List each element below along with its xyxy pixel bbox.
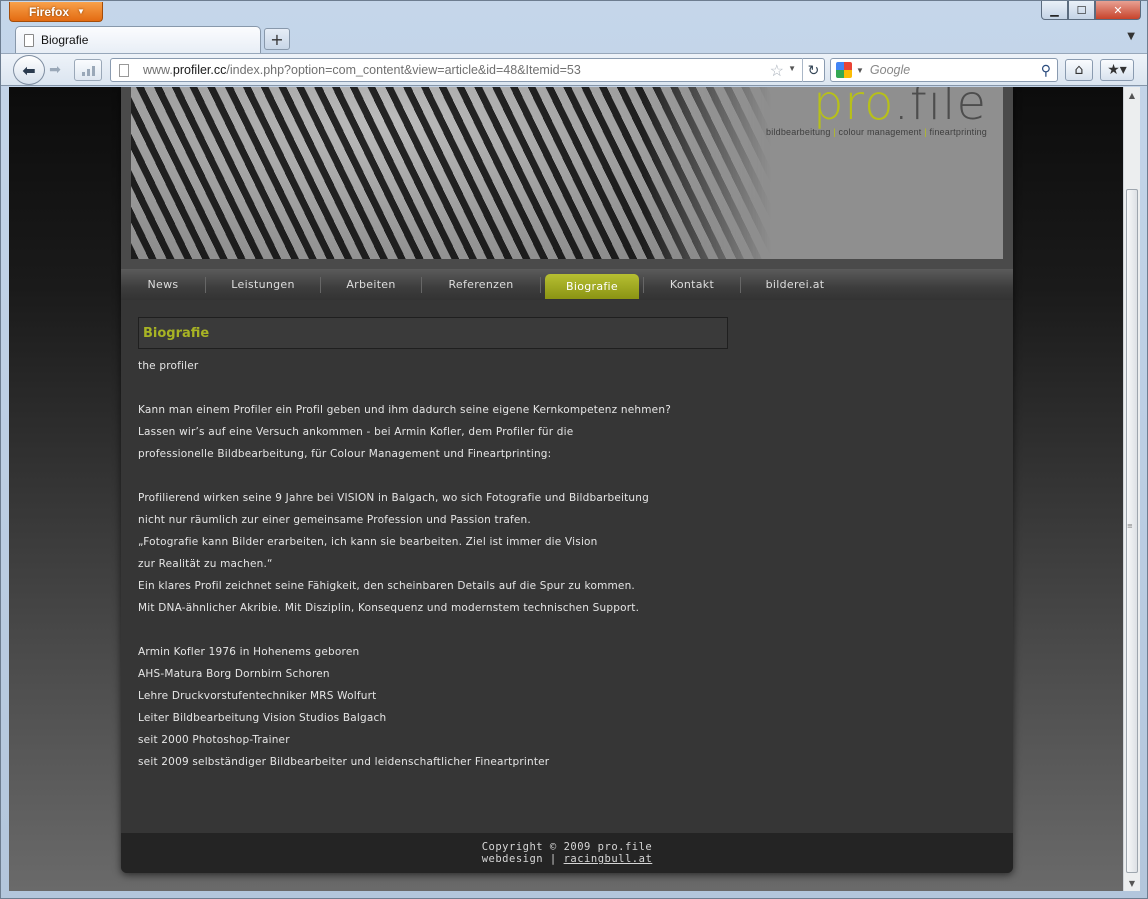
tagline-item: colour management bbox=[838, 127, 922, 137]
fingerprint-image bbox=[131, 87, 771, 259]
tagline-separator: | bbox=[833, 127, 836, 137]
site-container: pro.file bildbearbeitung | colour manage… bbox=[121, 87, 1013, 873]
menu-item-referenzen[interactable]: Referenzen bbox=[422, 273, 540, 297]
url-host: profiler.cc bbox=[172, 63, 227, 77]
search-input[interactable]: Google bbox=[870, 63, 1041, 77]
article-line: Profilierend wirken seine 9 Jahre bei VI… bbox=[138, 492, 650, 504]
url-path: /index.php?option=com_content&view=artic… bbox=[226, 63, 581, 77]
article-line: Mit DNA-ähnlicher Akribie. Mit Disziplin… bbox=[138, 602, 640, 614]
menu-item-news[interactable]: News bbox=[121, 273, 205, 297]
search-bar[interactable]: ▼ Google ⚲ bbox=[830, 58, 1058, 82]
firefox-menu-button[interactable]: Firefox ▼ bbox=[9, 2, 103, 22]
forward-button[interactable]: ➡ bbox=[43, 60, 67, 80]
back-button[interactable]: ⬅ bbox=[13, 55, 45, 85]
browser-window: Firefox ▼ ▁ ☐ ✕ Biografie + ▼ ⬅ ➡ www.p bbox=[0, 0, 1148, 899]
bookmarks-icon: ★▾ bbox=[1107, 62, 1127, 78]
article-line: Armin Kofler 1976 in Hohenems geboren bbox=[138, 646, 360, 658]
article-line: the profiler bbox=[138, 360, 199, 372]
arrow-right-icon: ➡ bbox=[49, 62, 61, 78]
menu-item-bilderei[interactable]: bilderei.at bbox=[741, 273, 849, 297]
url-prefix: www. bbox=[143, 63, 173, 77]
chevron-down-icon[interactable]: ▼ bbox=[788, 64, 796, 73]
menu-item-arbeiten[interactable]: Arbeiten bbox=[321, 273, 421, 297]
article-line: Kann man einem Profiler ein Profil geben… bbox=[138, 404, 671, 416]
article-line: Lehre Druckvorstufentechniker MRS Wolfur… bbox=[138, 690, 377, 702]
bar-icon bbox=[91, 66, 95, 76]
minimize-button[interactable]: ▁ bbox=[1041, 1, 1068, 20]
article-line: Ein klares Profil zeichnet seine Fähigke… bbox=[138, 580, 635, 592]
article-line: zur Realität zu machen.“ bbox=[138, 558, 273, 570]
article-line: „Fotografie kann Bilder erarbeiten, ich … bbox=[138, 536, 598, 548]
article-line: Leiter Bildbearbeitung Vision Studios Ba… bbox=[138, 712, 387, 724]
new-tab-button[interactable]: + bbox=[264, 28, 290, 50]
logo-pro: pr bbox=[812, 87, 865, 131]
history-button[interactable] bbox=[74, 59, 102, 81]
page-icon bbox=[119, 63, 129, 77]
close-button[interactable]: ✕ bbox=[1095, 1, 1141, 20]
google-icon bbox=[836, 62, 852, 78]
site-logo[interactable]: pro.file bildbearbeitung | colour manage… bbox=[766, 87, 987, 137]
chevron-down-icon[interactable]: ▼ bbox=[856, 66, 864, 75]
scroll-up-arrow[interactable]: ▲ bbox=[1124, 87, 1140, 103]
article-body: the profiler Kann man einem Profiler ein … bbox=[138, 355, 858, 773]
scroll-down-arrow[interactable]: ▼ bbox=[1124, 875, 1140, 891]
menu-item-kontakt[interactable]: Kontakt bbox=[644, 273, 740, 297]
tab-bar: Biografie + ▼ bbox=[1, 23, 1147, 53]
article-line: seit 2000 Photoshop-Trainer bbox=[138, 734, 290, 746]
article-line: AHS-Matura Borg Dornbirn Schoren bbox=[138, 668, 330, 680]
search-icon[interactable]: ⚲ bbox=[1041, 62, 1051, 79]
menu-item-leistungen[interactable]: Leistungen bbox=[206, 273, 320, 297]
bookmark-star-icon[interactable]: ☆ bbox=[770, 61, 784, 81]
bar-icon bbox=[81, 72, 85, 76]
logo-file: .file bbox=[893, 87, 987, 131]
maximize-button[interactable]: ☐ bbox=[1068, 1, 1095, 20]
menu-separator bbox=[540, 276, 541, 293]
menu-item-biografie[interactable]: Biografie bbox=[545, 274, 639, 299]
article-line: professionelle Bildbearbeitung, für Colo… bbox=[138, 448, 552, 460]
tagline-item: bildbearbeitung bbox=[766, 127, 831, 137]
copyright-text: Copyright © 2009 pro.file bbox=[481, 841, 653, 853]
bar-icon bbox=[86, 69, 90, 76]
header: pro.file bildbearbeitung | colour manage… bbox=[121, 87, 1013, 269]
home-icon: ⌂ bbox=[1074, 62, 1084, 78]
navigation-toolbar: ⬅ ➡ www. profiler.cc/index.php?option=com… bbox=[1, 53, 1147, 86]
page-icon bbox=[24, 33, 34, 47]
vertical-scrollbar[interactable]: ▲ ≡ ▼ bbox=[1123, 87, 1140, 891]
window-controls: ▁ ☐ ✕ bbox=[1041, 1, 1141, 20]
racingbull-link[interactable]: racingbull.at bbox=[564, 853, 653, 865]
footer: Copyright © 2009 pro.file webdesign | ra… bbox=[121, 833, 1013, 873]
article-line: nicht nur räumlich zur einer gemeinsame … bbox=[138, 514, 531, 526]
plus-icon: + bbox=[270, 29, 284, 49]
article-line: Lassen wir’s auf eine Versuch ankommen -… bbox=[138, 426, 574, 438]
article-line: seit 2009 selbständiger Bildbearbeiter u… bbox=[138, 756, 550, 768]
tab-title: Biografie bbox=[41, 33, 89, 47]
url-bar[interactable]: www. profiler.cc/index.php?option=com_con… bbox=[110, 58, 825, 82]
arrow-left-icon: ⬅ bbox=[22, 60, 36, 80]
home-button[interactable]: ⌂ bbox=[1065, 59, 1093, 81]
tagline-separator: | bbox=[924, 127, 927, 137]
tagline-item: fineartprinting bbox=[929, 127, 987, 137]
reload-button[interactable]: ↻ bbox=[802, 58, 824, 82]
main-menu: News Leistungen Arbeiten Referenzen Biog… bbox=[121, 269, 1013, 300]
header-banner: pro.file bildbearbeitung | colour manage… bbox=[131, 87, 1003, 259]
logo-o: o bbox=[864, 87, 894, 131]
article-title: Biografie bbox=[138, 317, 728, 349]
firefox-menu-label: Firefox bbox=[29, 4, 70, 19]
scroll-grip-icon: ≡ bbox=[1127, 522, 1133, 530]
reload-icon: ↻ bbox=[807, 61, 820, 78]
chevron-down-icon: ▼ bbox=[77, 7, 85, 16]
webdesign-label: webdesign | bbox=[481, 853, 557, 865]
page-viewport: pro.file bildbearbeitung | colour manage… bbox=[9, 87, 1123, 891]
list-all-tabs-button[interactable]: ▼ bbox=[1127, 31, 1135, 42]
page-title: Biografie bbox=[143, 325, 210, 341]
scroll-thumb[interactable] bbox=[1126, 189, 1138, 873]
bookmarks-button[interactable]: ★▾ bbox=[1100, 59, 1134, 81]
tab-biografie[interactable]: Biografie bbox=[15, 26, 261, 53]
